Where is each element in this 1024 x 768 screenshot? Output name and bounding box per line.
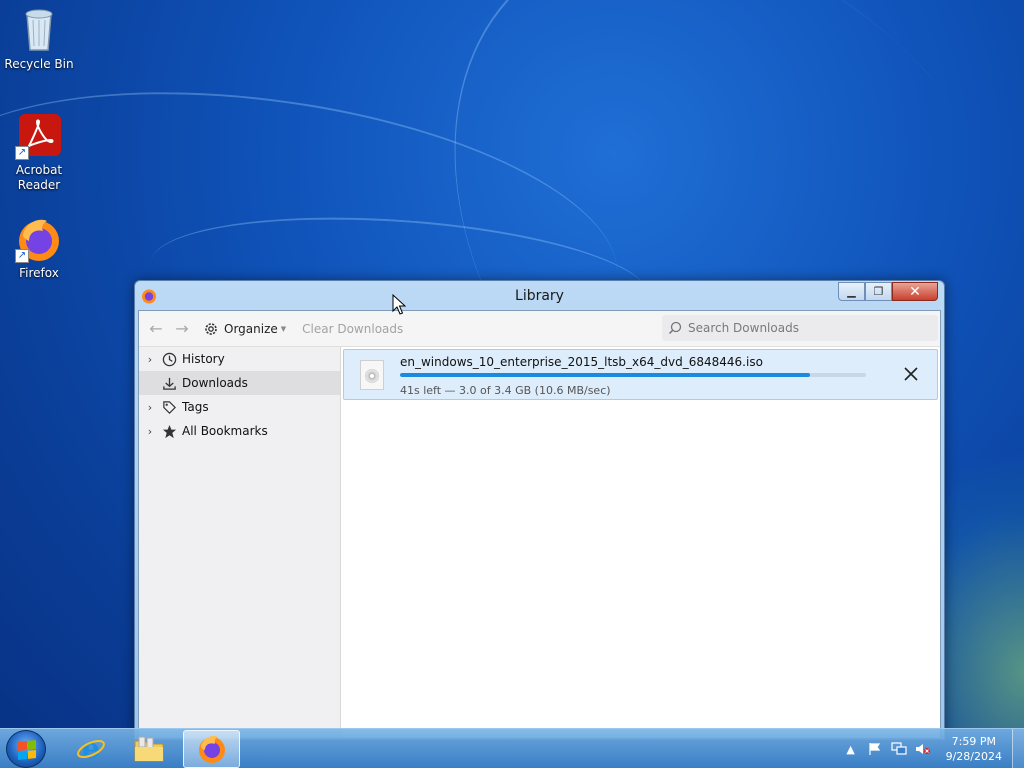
sidebar-item-downloads[interactable]: Downloads	[139, 371, 340, 395]
desktop-icon-label: Recycle Bin	[4, 57, 74, 71]
library-window: Library ▁ ❐ ✕ ← → Organize ▼ Clear Downl…	[134, 280, 945, 740]
download-icon	[161, 375, 177, 391]
chevron-right-icon[interactable]: ›	[139, 425, 161, 438]
sidebar-item-all-bookmarks[interactable]: › All Bookmarks	[139, 419, 340, 443]
caption-buttons: ▁ ❐ ✕	[838, 282, 938, 301]
title-bar[interactable]: Library ▁ ❐ ✕	[135, 281, 944, 311]
toolbar: ← → Organize ▼ Clear Downloads Search Do…	[139, 311, 940, 347]
tag-icon	[161, 399, 177, 415]
firefox-icon: ↗	[15, 215, 63, 263]
library-client-area: ← → Organize ▼ Clear Downloads Search Do…	[138, 310, 941, 739]
mouse-cursor-icon	[392, 293, 407, 319]
svg-text:e: e	[82, 734, 100, 764]
taskbar: e ▲ 7:59 PM 9/28/2024	[0, 728, 1024, 768]
list-item[interactable]: en_windows_10_enterprise_2015_ltsb_x64_d…	[343, 349, 938, 400]
desktop-icon-label: Acrobat	[15, 163, 63, 177]
close-button[interactable]: ✕	[892, 282, 938, 301]
chevron-right-icon[interactable]: ›	[139, 401, 161, 414]
sidebar: › History Downloads › Tags › All Bookmar…	[139, 347, 341, 738]
sidebar-item-history[interactable]: › History	[139, 347, 340, 371]
download-filename: en_windows_10_enterprise_2015_ltsb_x64_d…	[400, 355, 763, 369]
firefox-icon	[198, 736, 225, 763]
desktop-icon-label: Reader	[17, 178, 61, 192]
taskbar-internet-explorer[interactable]: e	[62, 730, 119, 768]
forward-arrow-icon: →	[175, 319, 189, 338]
system-tray: ▲ 7:59 PM 9/28/2024	[842, 729, 1008, 768]
volume-muted-icon[interactable]	[914, 741, 932, 757]
back-arrow-icon: ←	[149, 319, 163, 338]
clock[interactable]: 7:59 PM 9/28/2024	[946, 734, 1002, 764]
clear-downloads-button[interactable]: Clear Downloads	[302, 322, 403, 336]
internet-explorer-icon: e	[76, 734, 105, 764]
show-hidden-icons-button[interactable]: ▲	[842, 741, 860, 757]
download-progress-bar	[400, 373, 866, 377]
search-placeholder: Search Downloads	[688, 321, 799, 335]
sidebar-item-label: Tags	[182, 400, 209, 414]
network-icon[interactable]	[890, 741, 908, 757]
sidebar-item-tags[interactable]: › Tags	[139, 395, 340, 419]
show-desktop-button[interactable]	[1012, 729, 1024, 768]
desktop-icon-firefox[interactable]: ↗ Firefox	[1, 215, 77, 281]
taskbar-file-explorer[interactable]	[120, 730, 177, 768]
start-button[interactable]	[6, 730, 46, 768]
taskbar-firefox[interactable]	[183, 730, 240, 768]
recycle-bin-icon	[15, 6, 63, 54]
organize-button[interactable]: Organize ▼	[203, 321, 286, 337]
close-icon	[904, 367, 918, 381]
chevron-right-icon[interactable]: ›	[139, 353, 161, 366]
organize-label: Organize	[224, 321, 278, 336]
maximize-button[interactable]: ❐	[865, 282, 892, 301]
download-progress-fill	[400, 373, 811, 377]
desktop-icon-acrobat-reader[interactable]: ↗ Acrobat Reader	[1, 112, 77, 193]
star-icon	[161, 423, 177, 439]
download-status: 41s left — 3.0 of 3.4 GB (10.6 MB/sec)	[400, 384, 611, 397]
chevron-down-icon: ▼	[280, 324, 287, 333]
forward-button[interactable]: →	[169, 316, 195, 342]
shortcut-arrow-icon: ↗	[15, 146, 29, 160]
acrobat-reader-icon: ↗	[15, 112, 63, 160]
action-center-flag-icon[interactable]	[866, 741, 884, 757]
sidebar-item-label: Downloads	[182, 376, 248, 390]
shortcut-arrow-icon: ↗	[15, 249, 29, 263]
minimize-button[interactable]: ▁	[838, 282, 865, 301]
window-title: Library	[515, 288, 564, 304]
downloads-list: en_windows_10_enterprise_2015_ltsb_x64_d…	[341, 347, 940, 738]
windows-logo-icon	[18, 740, 36, 760]
disc-file-icon	[360, 360, 384, 390]
sidebar-item-label: All Bookmarks	[182, 424, 268, 438]
clock-icon	[161, 351, 177, 367]
minimize-icon: ▁	[847, 285, 856, 298]
cancel-download-button[interactable]	[901, 364, 921, 384]
desktop-icon-recycle-bin[interactable]: Recycle Bin	[1, 6, 77, 72]
clock-date: 9/28/2024	[945, 750, 1002, 763]
gear-icon	[205, 322, 217, 335]
folder-icon	[134, 736, 163, 762]
sidebar-item-label: History	[182, 352, 225, 366]
search-icon	[668, 321, 682, 335]
search-input[interactable]: Search Downloads	[662, 315, 938, 341]
desktop-icon-label: Firefox	[19, 266, 59, 280]
restore-icon: ❐	[873, 285, 884, 298]
close-icon: ✕	[909, 283, 921, 300]
clock-time: 7:59 PM	[951, 735, 996, 748]
back-button[interactable]: ←	[143, 316, 169, 342]
